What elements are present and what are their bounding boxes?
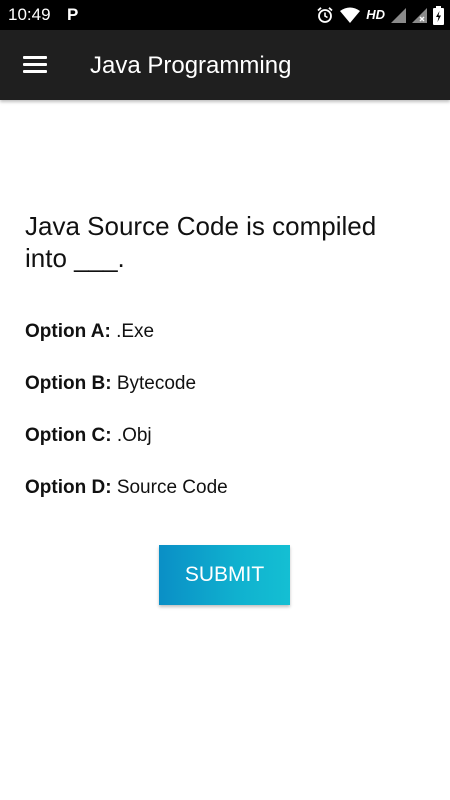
status-bar: 10:49 P HD bbox=[0, 0, 450, 30]
app-screen: 10:49 P HD Java Programming Java Source … bbox=[0, 0, 450, 800]
option-c-text: .Obj bbox=[116, 425, 152, 446]
submit-button[interactable]: SUBMIT bbox=[159, 545, 290, 605]
option-a-key: Option A: bbox=[25, 321, 111, 342]
status-time: 10:49 bbox=[8, 5, 51, 24]
app-bar: Java Programming bbox=[0, 30, 450, 100]
option-b: Option B: Bytecode bbox=[25, 372, 425, 396]
app-title: Java Programming bbox=[90, 52, 292, 79]
hamburger-menu-icon[interactable] bbox=[18, 50, 52, 80]
option-a-text: .Exe bbox=[116, 321, 155, 342]
hd-label: HD bbox=[366, 7, 385, 22]
battery-charging-icon bbox=[433, 5, 444, 25]
option-a: Option A: .Exe bbox=[25, 320, 425, 344]
status-icons: HD bbox=[316, 5, 444, 25]
option-b-key: Option B: bbox=[25, 373, 112, 394]
signal-icon bbox=[391, 7, 406, 23]
alarm-icon bbox=[317, 7, 333, 23]
option-b-text: Bytecode bbox=[116, 373, 197, 394]
option-d-key: Option D: bbox=[25, 477, 112, 498]
signal-x-icon bbox=[412, 7, 427, 23]
notification-p-icon: P bbox=[67, 5, 79, 24]
option-d-text: Source Code bbox=[116, 477, 228, 498]
menu-line bbox=[23, 63, 47, 66]
option-d: Option D: Source Code bbox=[25, 476, 425, 500]
question-text: Java Source Code is compiled into ___. bbox=[25, 211, 377, 273]
menu-line bbox=[23, 56, 47, 59]
menu-line bbox=[23, 70, 47, 73]
option-c: Option C: .Obj bbox=[25, 424, 425, 448]
option-c-key: Option C: bbox=[25, 425, 112, 446]
wifi-icon bbox=[340, 7, 361, 23]
